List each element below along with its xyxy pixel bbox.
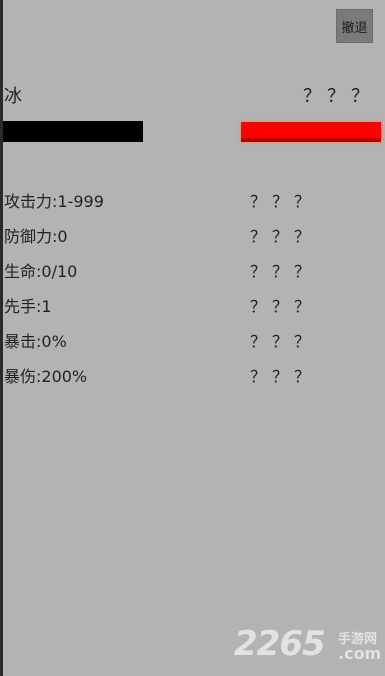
player-stat-crit: 暴击:0% [4,332,67,351]
enemy-stat-hp: ？？？ [250,262,317,281]
watermark-domain: .com [338,644,382,663]
site-watermark: 2265 手游网 .com [234,624,382,668]
stat-row-defense: 防御力:0 ？？？ [4,226,384,261]
stat-row-crit: 暴击:0% ？？？ [4,331,384,366]
enemy-stat-crit: ？？？ [250,332,317,351]
left-edge-border [0,0,3,676]
enemy-stat-initiative: ？？？ [250,297,317,316]
stat-row-attack: 攻击力:1-999 ？？？ [4,191,384,226]
enemy-stat-attack: ？？？ [250,192,317,211]
retreat-button[interactable]: 撤退 [336,9,373,43]
enemy-name: ？？？ [303,86,375,107]
player-stat-attack: 攻击力:1-999 [4,192,104,211]
stats-panel: 攻击力:1-999 ？？？ 防御力:0 ？？？ 生命:0/10 ？？？ 先手:1… [4,191,384,401]
watermark-number: 2265 [234,624,326,664]
stat-row-hp: 生命:0/10 ？？？ [4,261,384,296]
enemy-stat-defense: ？？？ [250,227,317,246]
enemy-hp-bar [241,122,381,142]
stat-row-crit-damage: 暴伤:200% ？？？ [4,366,384,401]
enemy-hp-bar-fill [241,122,381,142]
player-hp-bar [3,121,143,142]
player-stat-crit-damage: 暴伤:200% [4,367,88,386]
player-stat-hp: 生命:0/10 [4,262,78,281]
enemy-stat-crit-damage: ？？？ [250,367,317,386]
player-stat-initiative: 先手:1 [4,297,52,316]
stat-row-initiative: 先手:1 ？？？ [4,296,384,331]
player-name: 冰 [4,86,22,107]
player-stat-defense: 防御力:0 [4,227,68,246]
